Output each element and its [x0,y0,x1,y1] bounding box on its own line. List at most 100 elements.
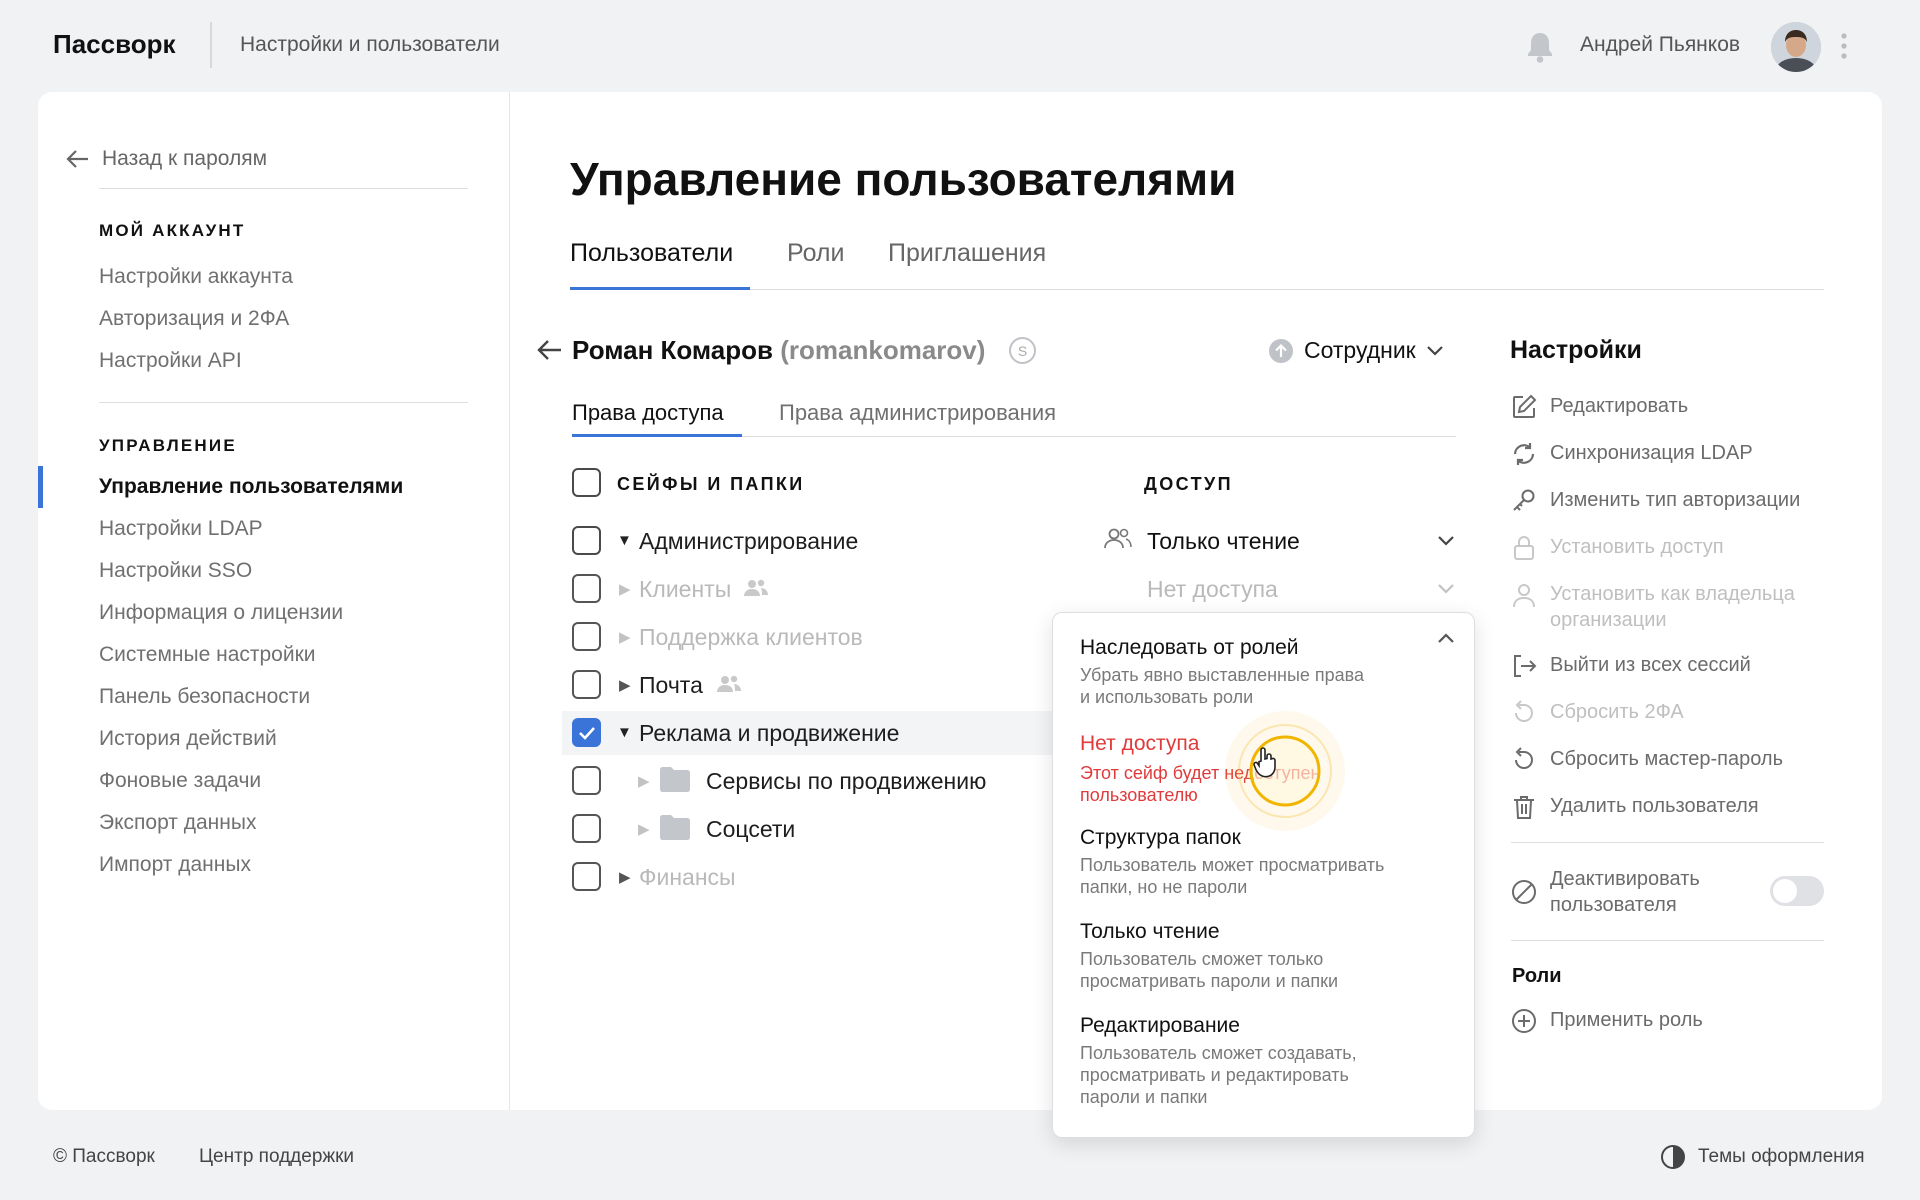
checkmark-icon [578,726,596,740]
user-role-select[interactable]: Сотрудник [1268,337,1444,364]
sidebar-item-api-settings[interactable]: Настройки API [99,349,242,373]
bell-icon[interactable] [1525,30,1555,64]
settings-edit[interactable]: Редактировать [1510,393,1688,421]
settings-reset-2fa[interactable]: Сбросить 2ФА [1510,699,1684,727]
access-select-value[interactable]: Нет доступа [1147,576,1278,603]
user-icon [1510,581,1538,609]
folder-icon [659,814,691,840]
caret-down-icon[interactable]: ▼ [617,532,632,549]
row-checkbox[interactable] [572,622,601,651]
settings-item-label: Установить как владельца организации [1550,581,1795,633]
dropdown-option-edit[interactable]: Редактирование Пользователь сможет созда… [1080,1014,1450,1108]
reset-icon [1510,746,1538,774]
chevron-up-icon[interactable] [1437,632,1455,644]
settings-set-owner[interactable]: Установить как владельца организации [1510,581,1795,633]
dropdown-option-inherit[interactable]: Наследовать от ролей Убрать явно выставл… [1080,636,1410,708]
row-checkbox[interactable] [572,670,601,699]
sidebar-item-ldap[interactable]: Настройки LDAP [99,517,263,541]
kebab-menu-icon[interactable] [1840,32,1848,60]
vault-name[interactable]: Администрирование [639,528,858,555]
sidebar-item-import[interactable]: Импорт данных [99,853,251,877]
settings-item-label: Редактировать [1550,395,1689,417]
access-select-value[interactable]: Только чтение [1147,528,1300,555]
select-all-checkbox[interactable] [572,468,601,497]
settings-ldap-sync[interactable]: Синхронизация LDAP [1510,440,1753,468]
row-checkbox[interactable] [572,766,601,795]
caret-right-icon[interactable]: ▶ [619,628,631,646]
tab-roles[interactable]: Роли [787,239,844,268]
folder-name[interactable]: Соцсети [706,816,795,843]
settings-delete-user[interactable]: Удалить пользователя [1510,793,1759,821]
sidebar-item-auth-2fa[interactable]: Авторизация и 2ФА [99,307,289,331]
caret-down-icon[interactable]: ▼ [617,724,632,741]
caret-right-icon[interactable]: ▶ [619,580,631,598]
row-checkbox[interactable] [572,862,601,891]
sidebar-item-license[interactable]: Информация о лицензии [99,601,343,625]
sidebar-item-user-management[interactable]: Управление пользователями [99,475,403,499]
chevron-down-icon[interactable] [1437,535,1455,547]
settings-item-label: Сбросить мастер-пароль [1550,748,1784,770]
tab-users[interactable]: Пользователи [570,239,733,268]
row-checkbox[interactable] [572,574,601,603]
vault-name[interactable]: Поддержка клиентов [639,624,863,651]
users-group-icon [1103,527,1133,551]
settings-reset-master-password[interactable]: Сбросить мастер-пароль [1510,746,1783,774]
option-title: Только чтение [1080,920,1220,943]
vault-name[interactable]: Клиенты [639,576,731,603]
apply-role-button[interactable]: Применить роль [1510,1007,1703,1035]
footer-support-link[interactable]: Центр поддержки [199,1146,354,1168]
back-to-passwords-link[interactable]: Назад к паролям [66,147,267,171]
subtab-active-underline [572,434,742,437]
caret-right-icon[interactable]: ▶ [638,772,650,790]
option-title: Редактирование [1080,1014,1240,1037]
caret-right-icon[interactable]: ▶ [619,868,631,886]
sidebar-item-export[interactable]: Экспорт данных [99,811,256,835]
sidebar-item-account-settings[interactable]: Настройки аккаунта [99,265,293,289]
deactivate-toggle[interactable] [1770,876,1824,906]
account-heading: МОЙ АККАУНТ [99,221,246,240]
sidebar-item-system[interactable]: Системные настройки [99,643,316,667]
row-checkbox[interactable] [572,526,601,555]
roles-heading: Роли [1512,965,1562,987]
settings-item-label: Синхронизация LDAP [1550,442,1753,464]
dropdown-option-folder-structure[interactable]: Структура папок Пользователь может просм… [1080,826,1450,898]
vault-name[interactable]: Финансы [639,864,736,891]
sidebar-item-security[interactable]: Панель безопасности [99,685,310,709]
option-desc: Убрать явно выставленные права [1080,665,1365,685]
settings-divider-2 [1511,940,1824,941]
settings-logout-sessions[interactable]: Выйти из всех сессий [1510,652,1751,680]
footer-themes-link[interactable]: Темы оформления [1698,1146,1865,1168]
sidebar-item-history[interactable]: История действий [99,727,277,751]
settings-divider-1 [1511,842,1824,843]
option-desc: просматривать пароли и папки [1080,971,1339,991]
settings-change-auth-type[interactable]: Изменить тип авторизации [1510,487,1800,515]
chevron-down-icon [1426,345,1444,357]
vault-name[interactable]: Почта [639,672,703,699]
back-link-label: Назад к паролям [102,147,268,170]
trash-icon [1510,793,1538,821]
caret-right-icon[interactable]: ▶ [619,676,631,694]
subtab-admin-rights[interactable]: Права администрирования [779,400,1056,426]
theme-contrast-icon[interactable] [1660,1144,1686,1170]
plus-circle-icon [1510,1007,1538,1035]
chevron-down-icon[interactable] [1437,583,1455,595]
app-logo[interactable]: Пассворк [53,29,175,60]
avatar[interactable] [1771,22,1821,72]
arrow-left-icon[interactable] [535,338,563,362]
manage-heading: УПРАВЛЕНИЕ [99,436,237,455]
dropdown-option-read-only[interactable]: Только чтение Пользователь сможет только… [1080,920,1450,992]
user-name-text: Роман Комаров [572,335,774,365]
subtab-access-rights[interactable]: Права доступа [572,400,724,426]
vault-name[interactable]: Реклама и продвижение [639,720,899,747]
row-checkbox-checked[interactable] [572,718,601,747]
sidebar-item-sso[interactable]: Настройки SSO [99,559,252,583]
folder-name[interactable]: Сервисы по продвижению [706,768,986,795]
settings-item-label: Изменить тип авторизации [1550,489,1801,511]
settings-set-access[interactable]: Установить доступ [1510,534,1724,562]
sidebar-item-background-tasks[interactable]: Фоновые задачи [99,769,261,793]
row-checkbox[interactable] [572,814,601,843]
caret-right-icon[interactable]: ▶ [638,820,650,838]
tab-invitations[interactable]: Приглашения [888,239,1046,268]
deactivate-line: пользователя [1550,894,1677,916]
current-user-name[interactable]: Андрей Пьянков [1580,33,1740,57]
